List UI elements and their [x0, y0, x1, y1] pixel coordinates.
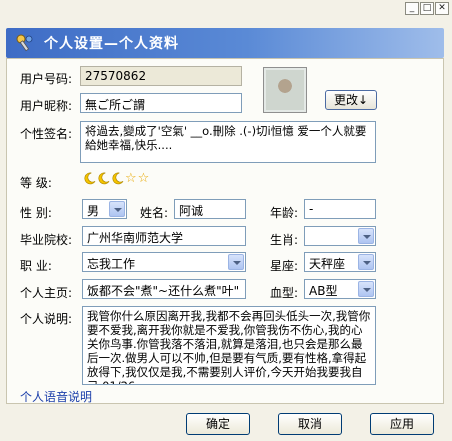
- blood-type-label: 血型:: [270, 286, 299, 300]
- signature-label: 个性签名:: [20, 127, 73, 141]
- gender-label: 性 别:: [20, 206, 52, 220]
- zodiac-select[interactable]: [304, 226, 376, 246]
- level-icons: ☆ ☆: [83, 172, 149, 185]
- chevron-down-icon[interactable]: [358, 228, 374, 244]
- description-label: 个人说明:: [20, 312, 73, 326]
- homepage-field[interactable]: 饭都不会"煮"~还什么煮"叶": [82, 279, 246, 299]
- blood-type-select[interactable]: AB型: [304, 279, 376, 299]
- star-icon: ☆: [125, 171, 137, 186]
- moon-icon: [84, 172, 96, 185]
- maximize-button[interactable]: □: [420, 2, 434, 15]
- voice-description-link[interactable]: 个人语音说明: [20, 388, 92, 405]
- job-value: 忘我工作: [87, 257, 136, 271]
- ok-button[interactable]: 确定: [186, 413, 250, 435]
- minimize-button[interactable]: _: [405, 2, 419, 15]
- apply-button[interactable]: 应用: [370, 413, 434, 435]
- close-button[interactable]: ✕: [435, 2, 449, 15]
- name-field[interactable]: 阿诚: [174, 199, 246, 219]
- job-label: 职 业:: [20, 259, 52, 273]
- gender-select[interactable]: 男: [82, 199, 127, 219]
- chevron-down-icon[interactable]: [109, 201, 125, 217]
- name-label: 姓名:: [140, 206, 169, 220]
- gender-value: 男: [87, 204, 100, 218]
- age-field[interactable]: -: [304, 199, 376, 219]
- avatar[interactable]: [263, 67, 307, 113]
- user-id-field: 27570862: [80, 66, 242, 86]
- description-textarea[interactable]: 我管你什么原因离开我,我都不会再回头低头一次,我管你要不爱我,离开我你就是不爱我…: [82, 306, 376, 385]
- change-avatar-button[interactable]: 更改↓: [325, 90, 377, 110]
- zodiac-label: 生肖:: [270, 233, 299, 247]
- school-label: 毕业院校:: [20, 233, 73, 247]
- settings-wrench-icon: [16, 34, 33, 52]
- age-label: 年龄:: [270, 206, 299, 220]
- signature-textarea[interactable]: 将過去,變成了'空氣' __o.刪除 .(-)切i恒憶 爱一个人就要給她幸福,快…: [80, 121, 376, 163]
- star-sign-value: 天秤座: [309, 257, 346, 271]
- star-sign-label: 星座:: [270, 259, 299, 273]
- cancel-button[interactable]: 取消: [278, 413, 342, 435]
- star-sign-select[interactable]: 天秤座: [304, 252, 376, 272]
- chevron-down-icon[interactable]: [358, 254, 374, 270]
- homepage-label: 个人主页:: [20, 286, 73, 300]
- star-icon: ☆: [137, 171, 150, 186]
- user-id-label: 用户号码:: [20, 72, 73, 86]
- moon-icon: [98, 172, 110, 185]
- level-label: 等 级:: [20, 176, 52, 190]
- job-select[interactable]: 忘我工作: [82, 252, 246, 272]
- header-band: 个人设置—个人资料: [6, 28, 444, 58]
- chevron-down-icon[interactable]: [228, 254, 244, 270]
- chevron-down-icon[interactable]: [358, 281, 374, 297]
- page-title: 个人设置—个人资料: [44, 36, 179, 52]
- blood-type-value: AB型: [309, 284, 338, 298]
- moon-icon: [112, 172, 124, 185]
- avatar-image: [266, 70, 304, 110]
- window-controls: _ □ ✕: [405, 2, 449, 15]
- nickname-field[interactable]: 無ご所ご謂: [80, 93, 242, 113]
- school-field[interactable]: 广州华南师范大学: [82, 226, 246, 246]
- nickname-label: 用户昵称:: [20, 99, 73, 113]
